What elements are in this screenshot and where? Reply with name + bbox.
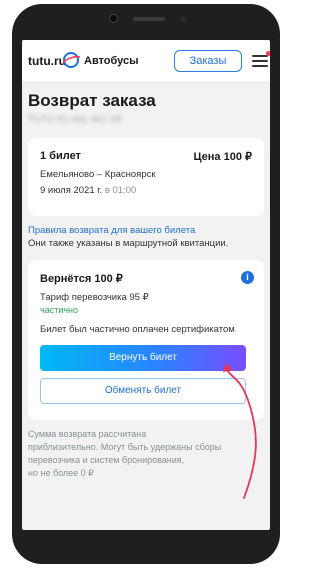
refund-card: Вернётся 100 ₽ i Тариф перевозчика 95 ₽ …: [28, 260, 264, 420]
ticket-card: 1 билет Цена 100 ₽ Емельяново – Краснояр…: [28, 138, 264, 216]
app-header: tutu.ru Автобусы Заказы: [22, 40, 270, 83]
ticket-datetime: 9 июля 2021 г. в 01:00: [40, 185, 136, 196]
hamburger-menu-icon[interactable]: [252, 55, 268, 67]
disclaimer-line: приблизительно. Могут быть удержаны сбор…: [28, 442, 222, 452]
refund-amount: Вернётся 100 ₽: [40, 273, 123, 285]
ticket-price: Цена 100 ₽: [193, 151, 252, 163]
return-rules-link[interactable]: Правила возврата для вашего билета: [28, 225, 195, 236]
partial-status: частично: [40, 305, 79, 315]
ticket-date: 9 июля 2021 г.: [40, 185, 103, 196]
app-screen: tutu.ru Автобусы Заказы Возврат заказа T…: [22, 40, 270, 530]
order-number: TUTU 01-461 461 58: [28, 114, 122, 124]
carrier-tariff: Тариф перевозчика 95 ₽: [40, 292, 149, 303]
disclaimer-line: но не более 0 ₽: [28, 468, 94, 478]
front-camera: [109, 14, 118, 23]
exchange-ticket-button[interactable]: Обменять билет: [40, 378, 246, 404]
return-rules-note: Они также указаны в маршрутной квитанции…: [28, 238, 229, 249]
phone-frame: tutu.ru Автобусы Заказы Возврат заказа T…: [12, 4, 280, 564]
disclaimer-line: перевозчика и систем бронирования,: [28, 455, 185, 465]
proximity-sensor: [180, 16, 186, 22]
logo-globe-icon[interactable]: [61, 50, 81, 70]
page-title: Возврат заказа: [28, 91, 156, 110]
earpiece-speaker: [133, 17, 165, 21]
orders-button[interactable]: Заказы: [174, 50, 242, 72]
disclaimer-line: Сумма возврата рассчитана: [28, 429, 147, 439]
return-ticket-button[interactable]: Вернуть билет: [40, 345, 246, 371]
certificate-note: Билет был частично оплачен сертификатом: [40, 324, 235, 335]
refund-disclaimer: Сумма возврата рассчитана приблизительно…: [28, 428, 258, 480]
ticket-time: в 01:00: [104, 185, 137, 196]
ticket-count: 1 билет: [40, 150, 81, 162]
info-icon[interactable]: i: [241, 271, 254, 284]
logo-section-label: Автобусы: [84, 55, 139, 67]
ticket-route: Емельяново – Красноярск: [40, 169, 156, 180]
notification-dot: [266, 51, 270, 56]
